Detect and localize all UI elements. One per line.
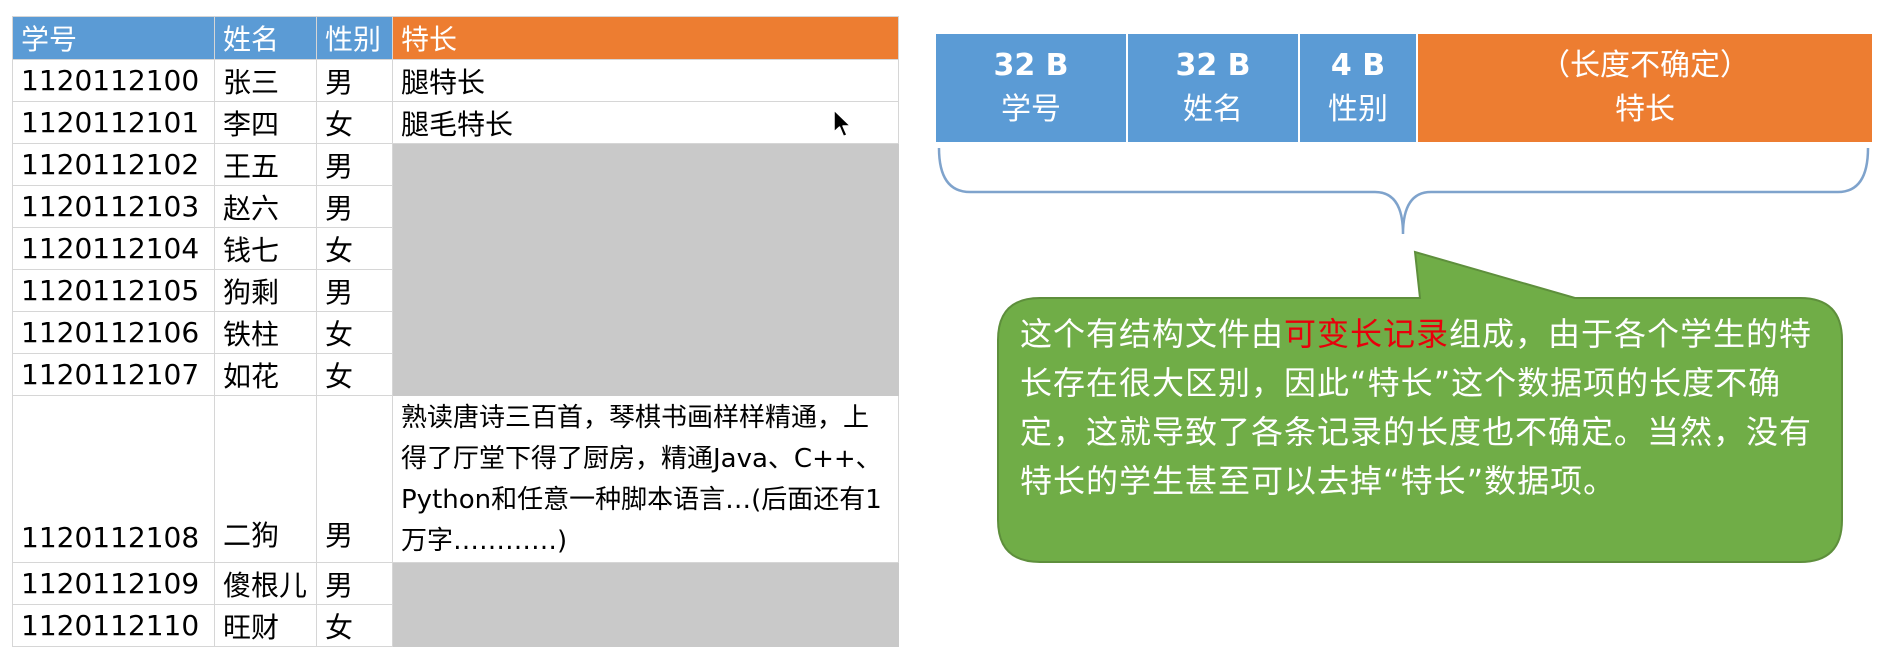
callout-text: 这个有结构文件由可变长记录组成，由于各个学生的特长存在很大区别，因此“特长”这个… xyxy=(1020,310,1820,506)
curly-brace xyxy=(937,147,1870,235)
callout-highlight: 可变长记录 xyxy=(1284,315,1450,353)
callout-before: 这个有结构文件由 xyxy=(1020,315,1285,353)
